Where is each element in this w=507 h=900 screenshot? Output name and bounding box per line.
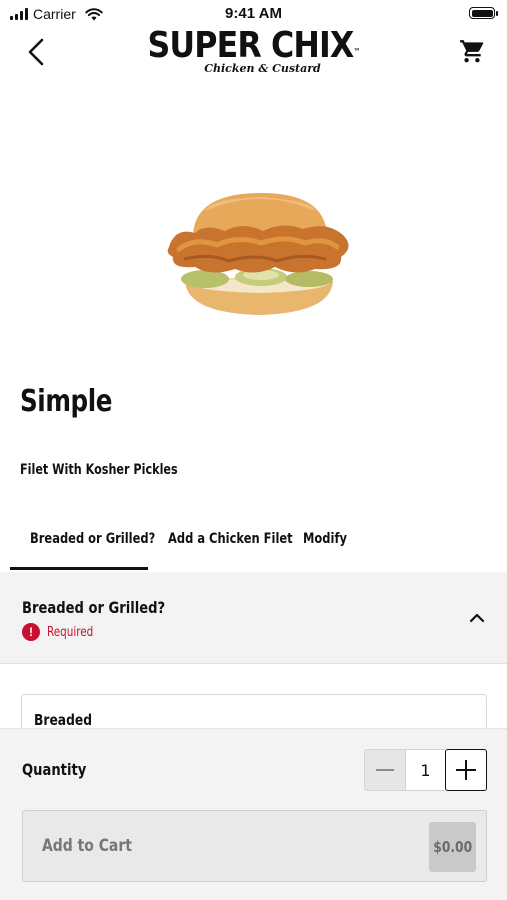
status-time: 9:41 AM: [225, 5, 282, 22]
section-breaded-or-grilled[interactable]: Breaded or Grilled? ! Required: [0, 572, 507, 664]
bottom-bar: Quantity 1 Add to Cart $0.00: [0, 728, 507, 900]
tab-modify[interactable]: Modify: [284, 508, 404, 570]
option-tabs: Breaded or Grilled? Add a Chicken Filet …: [0, 508, 507, 570]
decrement-button[interactable]: [364, 749, 406, 791]
collapse-button[interactable]: [465, 606, 489, 630]
option-label: Breaded: [34, 711, 93, 729]
brand-logo: SUPER CHIX™ Chicken & Custard: [0, 25, 507, 76]
tab-add-chicken-filet[interactable]: Add a Chicken Filet: [148, 508, 293, 570]
battery-icon: [469, 7, 498, 19]
required-indicator: ! Required: [22, 623, 105, 641]
product-title: Simple: [20, 384, 113, 419]
quantity-label: Quantity: [22, 760, 87, 779]
product-image: [0, 86, 507, 366]
cart-price-badge: $0.00: [429, 822, 476, 872]
increment-button[interactable]: [445, 749, 487, 791]
section-title: Breaded or Grilled?: [22, 598, 166, 617]
logo-wordmark: SUPER CHIX™: [147, 25, 360, 66]
plus-icon: [456, 760, 476, 780]
product-description: Filet With Kosher Pickles: [20, 462, 178, 478]
add-to-cart-label: Add to Cart: [42, 836, 132, 856]
minus-icon: [376, 769, 394, 771]
quantity-stepper: 1: [364, 749, 487, 791]
status-bar: Carrier 9:41 AM: [0, 0, 507, 26]
cart-button[interactable]: [457, 36, 487, 66]
required-label: Required: [47, 624, 94, 640]
shopping-cart-icon: [460, 40, 484, 63]
chicken-sandwich-image: [167, 193, 349, 315]
chevron-up-icon: [469, 613, 485, 623]
nav-header: SUPER CHIX™ Chicken & Custard: [0, 26, 507, 86]
tab-breaded-or-grilled[interactable]: Breaded or Grilled?: [0, 508, 155, 570]
alert-icon: !: [22, 623, 40, 641]
add-to-cart-button[interactable]: Add to Cart $0.00: [22, 810, 487, 882]
quantity-value[interactable]: 1: [406, 749, 445, 791]
